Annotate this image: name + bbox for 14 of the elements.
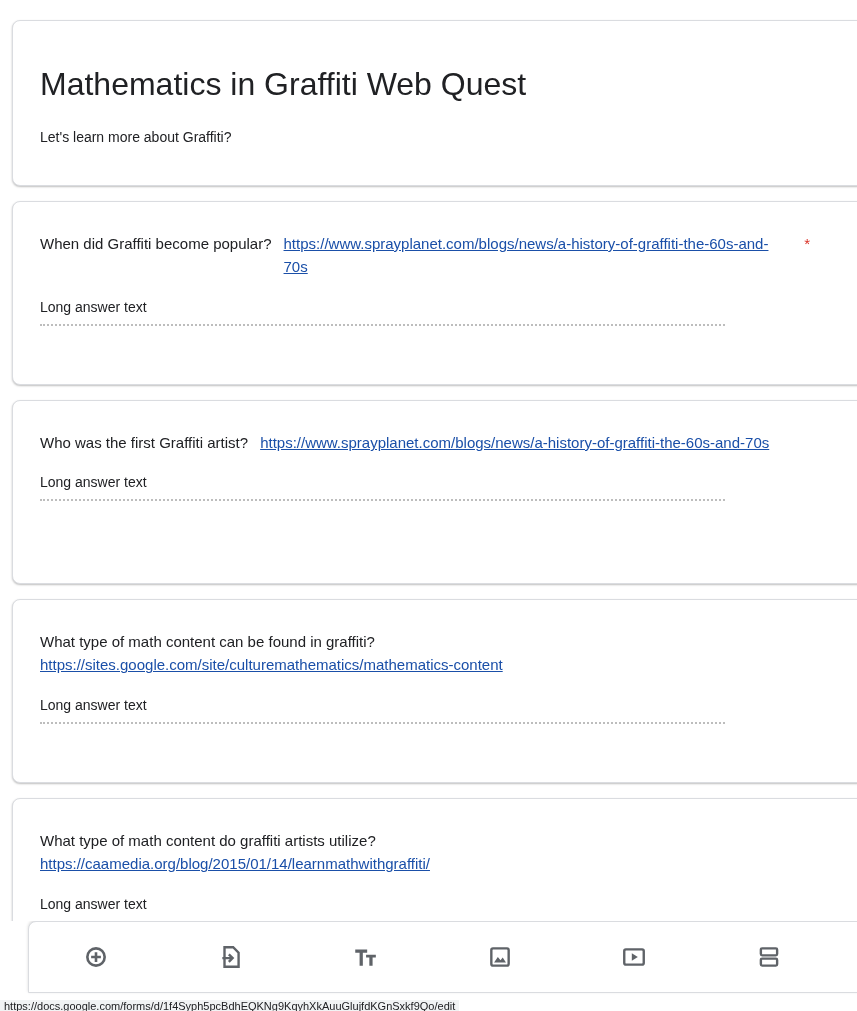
answer-field[interactable]: Long answer text: [40, 292, 725, 326]
question-text: What type of math content can be found in graffiti?: [40, 632, 375, 652]
question-text: When did Graffiti become popular?: [40, 234, 272, 254]
question-link[interactable]: https://www.sprayplanet.com/blogs/news/a-history-of-graffiti-the-60s-and-70s: [260, 431, 810, 455]
question-text: Who was the first Graffiti artist?: [40, 433, 249, 453]
answer-field[interactable]: Long answer text: [40, 690, 725, 724]
form-title: Mathematics in Graffiti Web Quest: [40, 65, 527, 104]
question-link[interactable]: https://www.sprayplanet.com/blogs/news/a-history-of-graffiti-the-60s-and-70s: [283, 232, 789, 279]
question-text: What type of math content do graffiti artists utilize?: [40, 831, 376, 851]
form-description: Let's learn more about Graffiti?: [40, 128, 232, 148]
required-mark: *: [804, 234, 810, 254]
question-link[interactable]: https://caamedia.org/blog/2015/01/14/learnmathwithgraffiti/: [40, 852, 810, 876]
question-link[interactable]: https://sites.google.com/site/culturemathematics/mathematics-content: [40, 653, 810, 677]
answer-field[interactable]: Long answer text: [40, 468, 725, 502]
